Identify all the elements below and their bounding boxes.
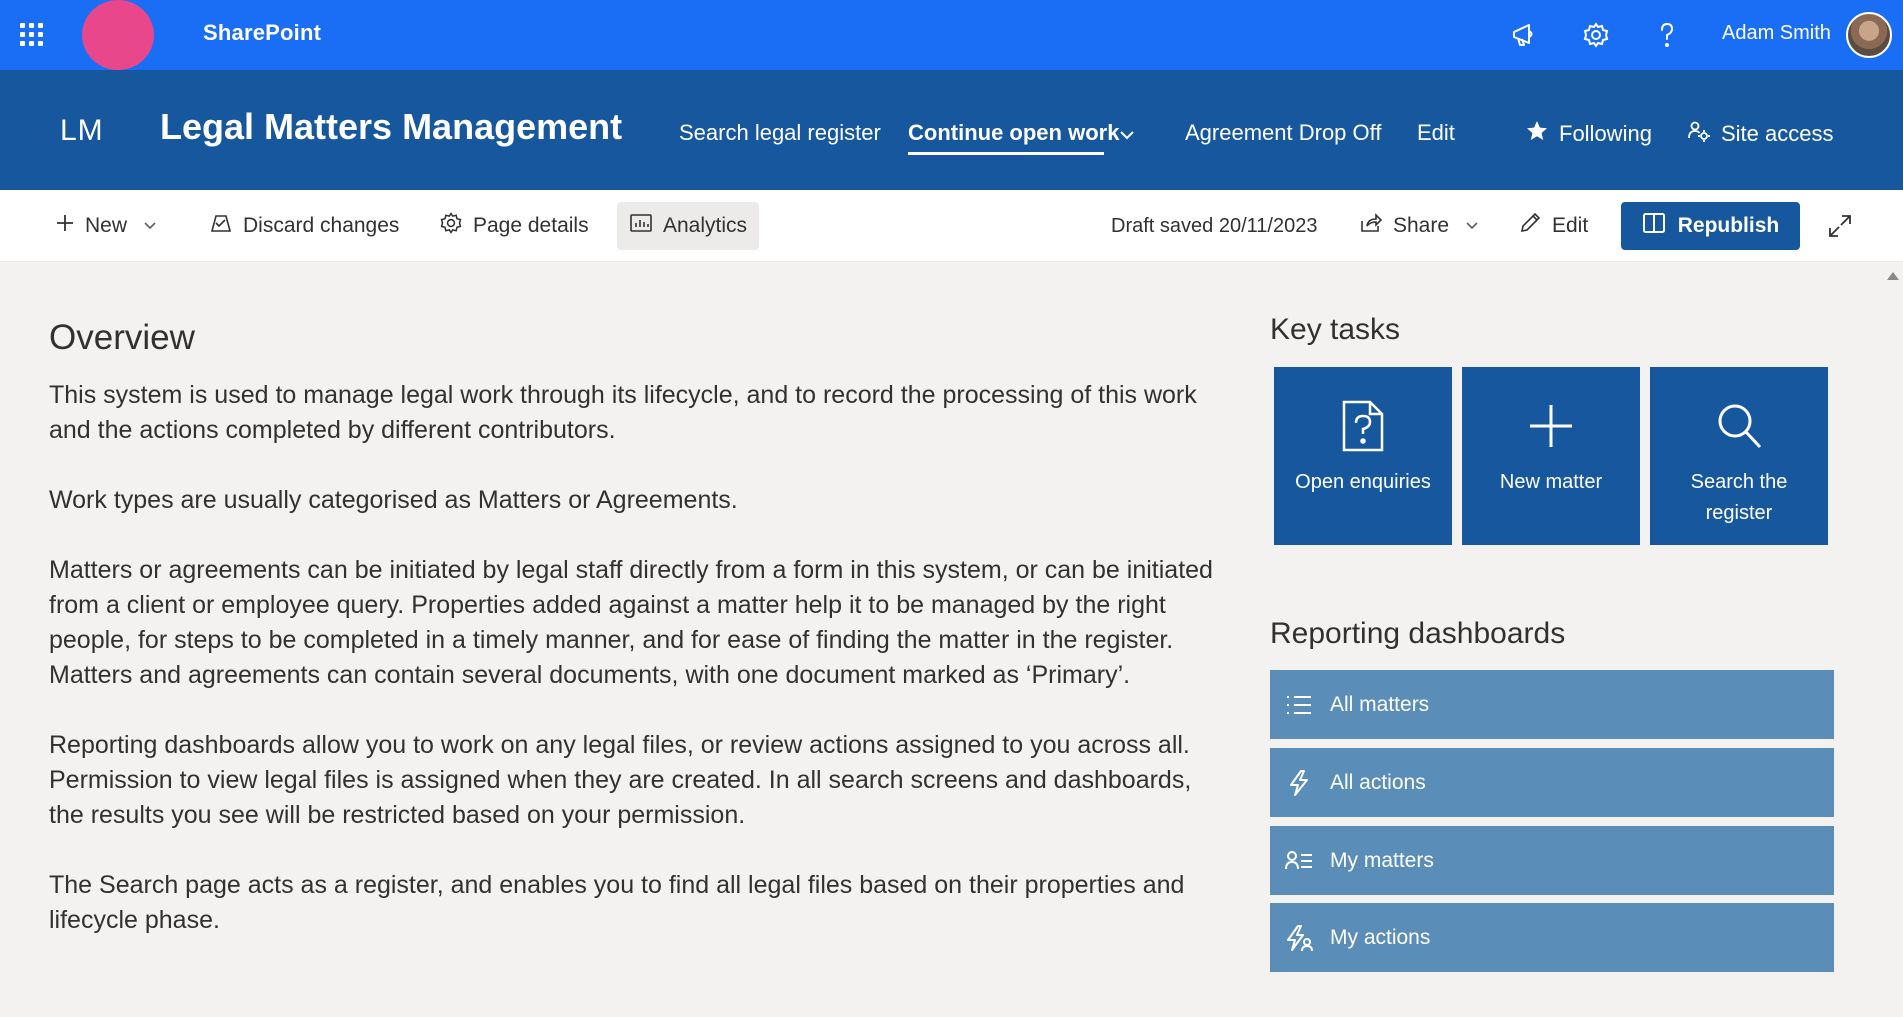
overview-paragraph: The Search page acts as a register, and … bbox=[49, 871, 1185, 934]
app-name[interactable]: SharePoint bbox=[203, 20, 321, 46]
chevron-down-icon bbox=[1465, 214, 1479, 238]
nav-continue-open-work[interactable]: Continue open work bbox=[908, 120, 1119, 146]
dashboard-my-actions[interactable]: My actions bbox=[1270, 903, 1834, 972]
discard-label: Discard changes bbox=[243, 214, 400, 237]
dashboard-label: My matters bbox=[1330, 848, 1434, 872]
scroll-up-arrow-icon[interactable] bbox=[1887, 272, 1899, 280]
book-icon bbox=[1642, 211, 1666, 241]
new-label: New bbox=[85, 214, 128, 237]
site-title[interactable]: Legal Matters Management bbox=[160, 106, 622, 148]
plus-icon bbox=[1530, 405, 1572, 447]
avatar[interactable] bbox=[1846, 12, 1892, 58]
person-lightning-icon bbox=[1284, 923, 1314, 953]
edit-label: Edit bbox=[1552, 214, 1589, 237]
lightning-icon bbox=[1284, 768, 1314, 798]
overview-paragraph: This system is used to manage legal work… bbox=[49, 381, 1197, 444]
megaphone-icon[interactable] bbox=[1508, 19, 1540, 51]
overview-paragraph: Reporting dashboards allow you to work o… bbox=[49, 731, 1192, 829]
user-name[interactable]: Adam Smith bbox=[1722, 22, 1831, 45]
active-nav-indicator bbox=[908, 152, 1104, 155]
dashboard-all-matters[interactable]: All matters bbox=[1270, 670, 1834, 739]
dashboard-label: All matters bbox=[1330, 692, 1430, 716]
question-document-icon bbox=[1342, 400, 1384, 452]
search-icon bbox=[1718, 404, 1762, 449]
tile-search-the-register[interactable]: Search the register bbox=[1650, 367, 1828, 545]
overview-title: Overview bbox=[49, 318, 195, 357]
expand-icon[interactable] bbox=[1826, 212, 1854, 240]
app-launcher-icon[interactable] bbox=[18, 21, 46, 49]
tile-open-enquiries[interactable]: Open enquiries bbox=[1274, 367, 1452, 545]
star-icon bbox=[1525, 119, 1549, 149]
key-tasks-title: Key tasks bbox=[1270, 313, 1401, 346]
tile-label: Open enquiries bbox=[1295, 471, 1431, 493]
nav-edit[interactable]: Edit bbox=[1417, 120, 1455, 146]
help-icon[interactable] bbox=[1651, 19, 1683, 51]
dashboard-label: All actions bbox=[1330, 770, 1426, 794]
page-scrollbar[interactable] bbox=[1883, 262, 1903, 1017]
brand-logo bbox=[82, 0, 154, 70]
share-button[interactable]: Share bbox=[1359, 209, 1479, 243]
list-icon bbox=[1284, 690, 1314, 720]
dashboard-label: My actions bbox=[1330, 925, 1431, 949]
pencil-icon bbox=[1518, 211, 1542, 241]
analytics-icon bbox=[629, 211, 653, 241]
site-header: LM Legal Matters Management Search legal… bbox=[0, 70, 1903, 190]
command-bar: New Discard changes Page details Analyti… bbox=[0, 190, 1903, 262]
person-list-icon bbox=[1284, 846, 1314, 876]
following-label: Following bbox=[1559, 121, 1652, 146]
site-access-button[interactable]: Site access bbox=[1687, 119, 1834, 149]
people-settings-icon bbox=[1687, 119, 1711, 149]
share-icon bbox=[1359, 211, 1383, 241]
analytics-button[interactable]: Analytics bbox=[617, 202, 760, 250]
draft-status: Draft saved 20/11/2023 bbox=[1111, 215, 1318, 237]
republish-label: Republish bbox=[1677, 214, 1780, 237]
site-access-label: Site access bbox=[1721, 121, 1834, 146]
republish-button[interactable]: Republish bbox=[1621, 202, 1800, 250]
gear-icon[interactable] bbox=[1580, 19, 1612, 51]
nav-search-legal-register[interactable]: Search legal register bbox=[679, 120, 881, 146]
nav-label: Continue open work bbox=[908, 120, 1120, 145]
nav-agreement-drop-off[interactable]: Agreement Drop Off bbox=[1185, 120, 1381, 146]
dashboard-my-matters[interactable]: My matters bbox=[1270, 826, 1834, 895]
edit-button[interactable]: Edit bbox=[1518, 209, 1588, 243]
suite-bar: SharePoint Adam Smith bbox=[0, 0, 1903, 70]
page-details-button[interactable]: Page details bbox=[439, 209, 589, 243]
share-label: Share bbox=[1393, 214, 1450, 237]
discard-changes-button[interactable]: Discard changes bbox=[209, 209, 399, 243]
reporting-dashboards-title: Reporting dashboards bbox=[1270, 617, 1566, 650]
new-button[interactable]: New bbox=[55, 209, 157, 243]
following-button[interactable]: Following bbox=[1525, 119, 1652, 149]
plus-icon bbox=[55, 213, 75, 239]
overview-paragraph: Work types are usually categorised as Ma… bbox=[49, 486, 738, 514]
analytics-label: Analytics bbox=[663, 214, 748, 237]
gear-icon bbox=[439, 211, 463, 241]
overview-paragraph: Matters or agreements can be initiated b… bbox=[49, 556, 1213, 689]
chevron-down-icon[interactable] bbox=[1118, 126, 1136, 149]
tile-new-matter[interactable]: New matter bbox=[1462, 367, 1640, 545]
overview-section: Overview This system is used to manage l… bbox=[49, 318, 1219, 973]
discard-icon bbox=[209, 211, 233, 241]
chevron-down-icon bbox=[143, 214, 157, 238]
page-details-label: Page details bbox=[473, 214, 589, 237]
tile-label: New matter bbox=[1499, 471, 1603, 493]
site-logo[interactable]: LM bbox=[60, 114, 104, 148]
dashboard-all-actions[interactable]: All actions bbox=[1270, 748, 1834, 817]
tile-label: Search the register bbox=[1690, 471, 1788, 524]
